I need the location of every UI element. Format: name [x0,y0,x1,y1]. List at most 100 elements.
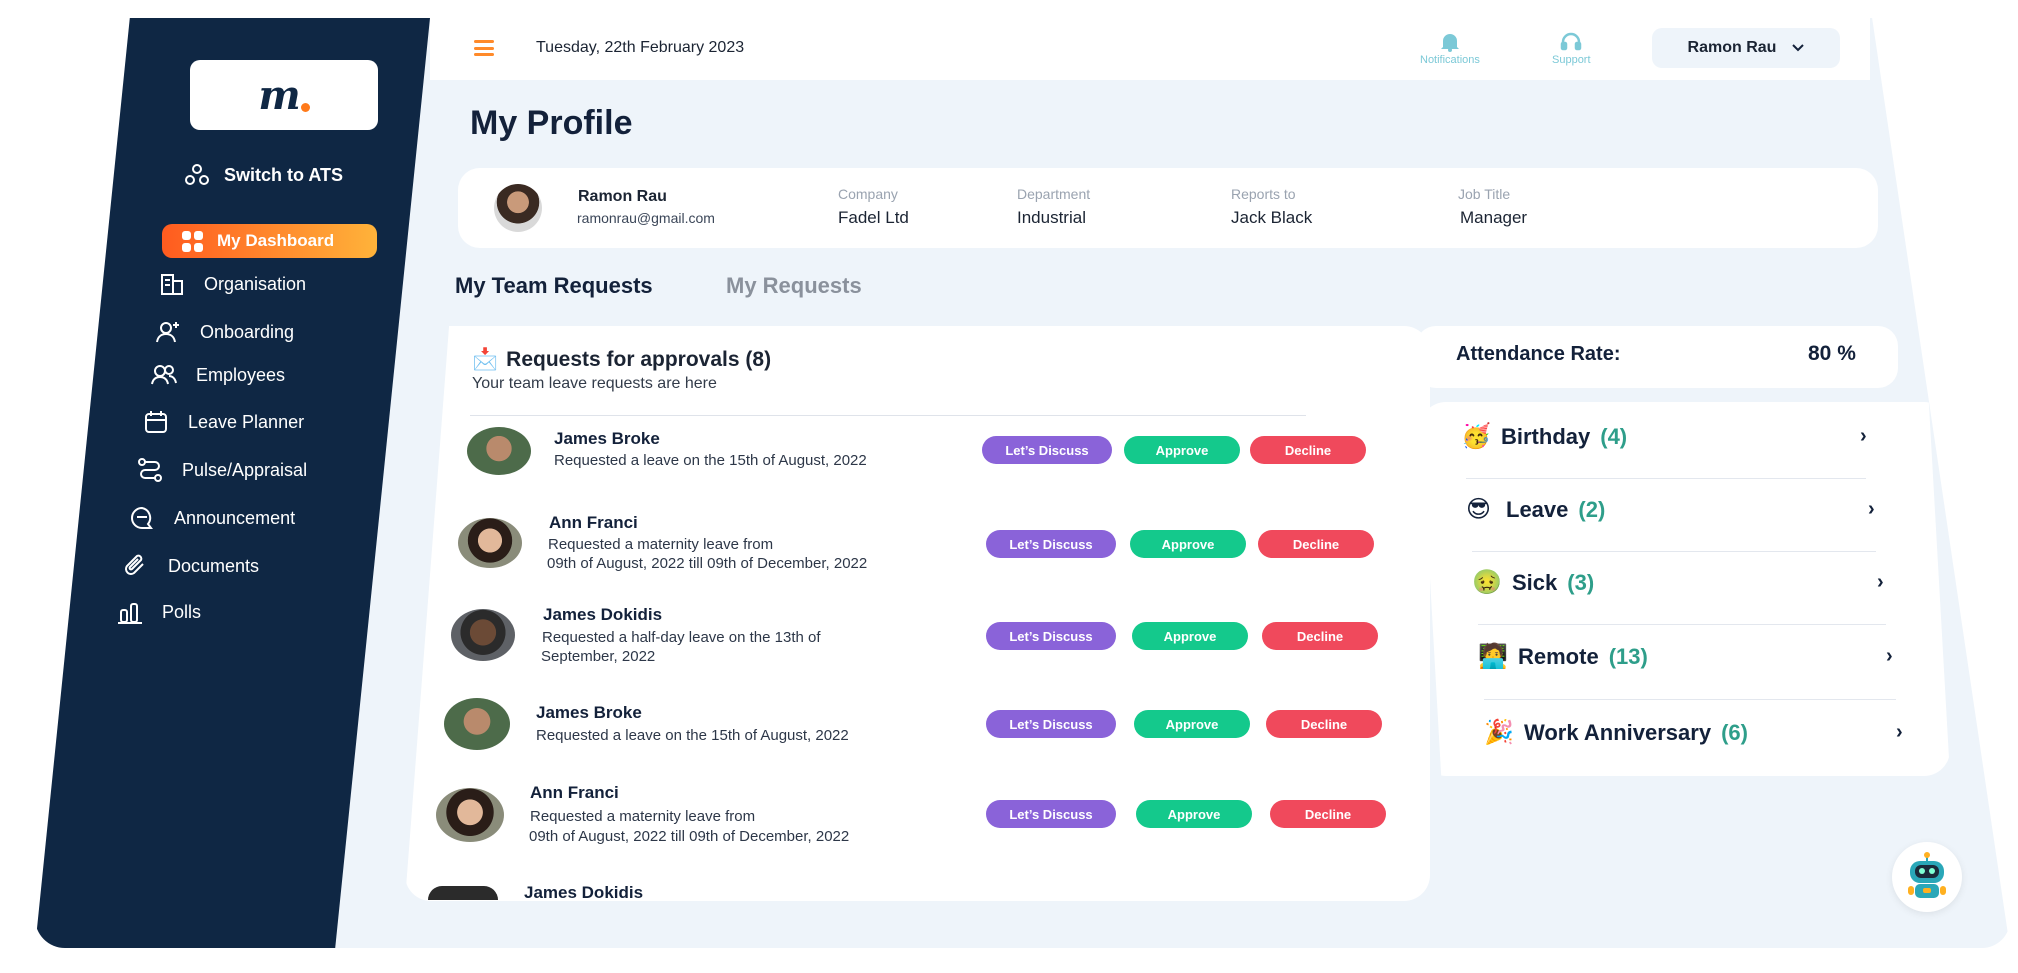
sunglasses-face-icon: 😎 [1466,496,1492,523]
sidebar-item-onboarding[interactable]: Onboarding [154,318,294,346]
requester-avatar [436,788,504,842]
lets-discuss-button[interactable]: Let’s Discuss [982,436,1112,464]
attendance-label: Attendance Rate: [1456,343,1621,365]
technologist-icon: 🧑‍💻 [1478,643,1508,670]
dashboard-icon [182,230,203,252]
headset-icon [1561,32,1582,51]
chatbot-button[interactable] [1892,842,1962,912]
requester-name: James Dokidis [543,605,663,624]
user-name: Ramon Rau [1687,39,1777,56]
approve-button[interactable]: Approve [1124,436,1240,464]
lets-discuss-button[interactable]: Let’s Discuss [986,622,1116,650]
user-plus-icon [156,322,179,343]
notifications-button[interactable]: Notifications [1420,32,1480,66]
chat-icon [131,506,153,529]
support-button[interactable]: Support [1552,32,1591,66]
category-count: (4) [1600,423,1628,449]
chevron-right-icon[interactable]: › [1860,425,1867,448]
sidebar-item-label: Documents [168,555,260,576]
switch-to-ats-button[interactable]: Switch to ATS [184,163,343,187]
requester-name: James Broke [554,429,660,448]
approve-button[interactable]: Approve [1132,622,1248,650]
sidebar-item-announcement[interactable]: Announcement [128,504,295,532]
department-value: Industrial [1017,208,1086,227]
sidebar-item-label: Leave Planner [188,411,305,432]
decline-button[interactable]: Decline [1250,436,1366,464]
category-count: (13) [1608,643,1648,669]
sidebar-item-label: Pulse/Appraisal [182,459,308,480]
nauseated-face-icon: 🤢 [1472,569,1502,596]
approve-button[interactable]: Approve [1134,710,1250,738]
category-label: Birthday [1501,423,1591,449]
requester-avatar [451,609,515,661]
chevron-down-icon [1792,44,1805,52]
route-icon [138,458,162,482]
logo[interactable]: m [190,60,378,130]
divider [1484,699,1896,700]
company-label: Company [838,186,898,202]
reports-to-label: Reports to [1231,186,1296,202]
chevron-right-icon[interactable]: › [1896,721,1903,744]
party-popper-icon: 🎉 [1484,719,1514,746]
request-description: 09th of August, 2022 till 09th of Decemb… [547,555,868,572]
category-count: (2) [1578,496,1606,522]
request-description: September, 2022 [541,648,656,665]
requester-name: James Dokidis [524,883,644,902]
logo-dot [300,102,310,112]
bar-chart-icon [118,603,142,624]
request-description: Requested a leave on the 15th of August,… [554,452,867,469]
requester-name: Ann Franci [530,783,619,802]
category-remote[interactable]: 🧑‍💻 Remote (13) [1478,642,1648,671]
approve-button[interactable]: Approve [1130,530,1246,558]
request-description: Requested a maternity leave from [548,536,774,553]
requester-avatar [444,698,510,750]
job-title-label: Job Title [1458,186,1511,202]
lets-discuss-button[interactable]: Let’s Discuss [986,710,1116,738]
sidebar-item-my-dashboard[interactable]: My Dashboard [162,224,377,258]
current-date: Tuesday, 22th February 2023 [536,39,745,56]
sidebar-item-label: My Dashboard [217,231,335,250]
requester-avatar [428,886,498,900]
bell-icon [1440,34,1459,52]
category-leave[interactable]: 😎 Leave (2) [1466,495,1605,524]
decline-button[interactable]: Decline [1262,622,1378,650]
category-label: Sick [1512,569,1558,595]
tab-my-requests[interactable]: My Requests [726,273,862,299]
tab-my-team-requests[interactable]: My Team Requests [455,273,653,299]
party-face-icon: 🥳 [1461,423,1491,450]
chevron-right-icon[interactable]: › [1868,498,1875,521]
sidebar-item-label: Onboarding [200,321,295,342]
profile-name: Ramon Rau [578,188,667,205]
chevron-right-icon[interactable]: › [1886,645,1893,668]
sidebar-item-employees[interactable]: Employees [150,361,285,389]
chevron-right-icon[interactable]: › [1877,571,1884,594]
category-count: (6) [1721,719,1748,745]
category-birthday[interactable]: 🥳 Birthday (4) [1461,422,1627,451]
sidebar-item-leave-planner[interactable]: Leave Planner [142,408,304,436]
request-description: Requested a maternity leave from [530,808,756,825]
lets-discuss-button[interactable]: Let’s Discuss [986,530,1116,558]
sidebar-item-organisation[interactable]: Organisation [158,270,306,298]
page-title: My Profile [470,104,633,142]
reports-to-value: Jack Black [1231,208,1313,227]
lets-discuss-button[interactable]: Let’s Discuss [986,800,1116,828]
menu-icon[interactable] [474,40,494,56]
requester-avatar [467,427,531,475]
category-sick[interactable]: 🤢 Sick (3) [1472,568,1594,597]
user-menu-dropdown[interactable]: Ramon Rau [1652,28,1840,68]
divider [470,415,1306,416]
approve-button[interactable]: Approve [1136,800,1252,828]
category-work-anniversary[interactable]: 🎉 Work Anniversary (6) [1484,718,1748,747]
requests-subtitle: Your team leave requests are here [472,375,717,392]
sidebar-item-pulse-appraisal[interactable]: Pulse/Appraisal [136,456,307,484]
department-label: Department [1017,186,1091,202]
profile-avatar [494,184,542,232]
sidebar-item-label: Employees [196,364,286,385]
decline-button[interactable]: Decline [1270,800,1386,828]
decline-button[interactable]: Decline [1258,530,1374,558]
attendance-value: 80 % [1808,342,1856,365]
divider [1472,551,1876,552]
sidebar-item-polls[interactable]: Polls [116,598,201,626]
decline-button[interactable]: Decline [1266,710,1382,738]
sidebar-item-documents[interactable]: Documents [122,552,259,580]
